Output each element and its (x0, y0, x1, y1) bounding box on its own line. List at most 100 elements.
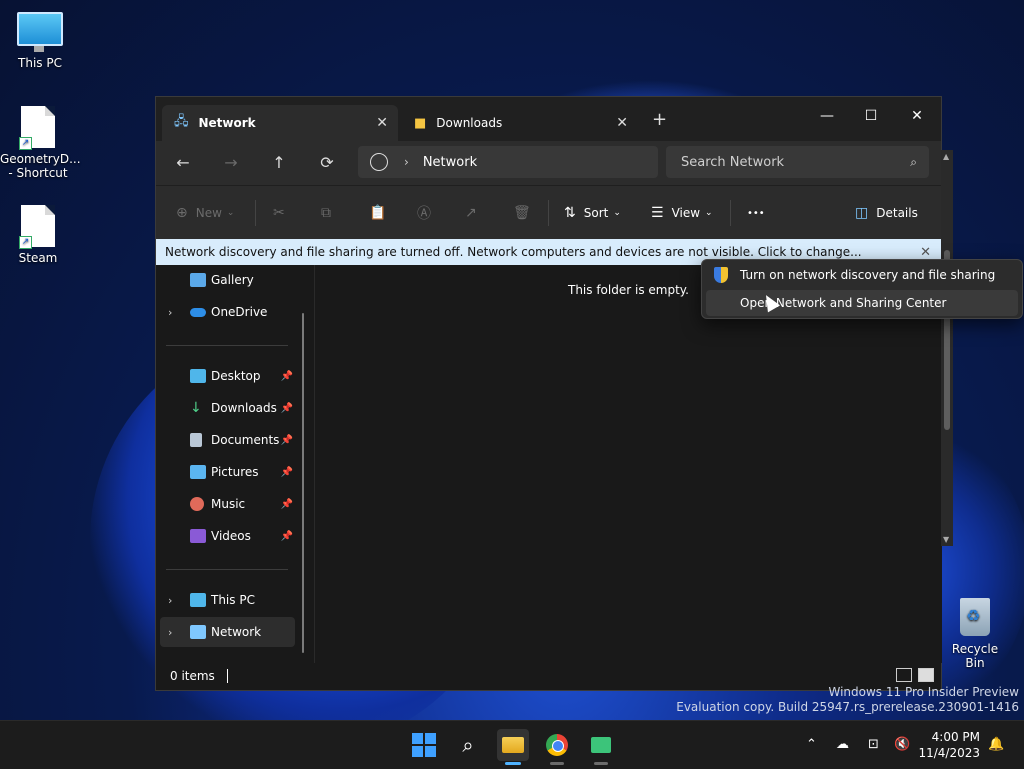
pin-icon[interactable]: 📌 (281, 435, 293, 446)
infobar-message: Network discovery and file sharing are t… (165, 245, 862, 259)
sidebar-item-label: Downloads (211, 401, 277, 415)
close-tab-icon[interactable]: ✕ (376, 115, 388, 131)
breadcrumb[interactable]: Network (423, 155, 477, 170)
sidebar-item-network[interactable]: › Network (160, 617, 295, 647)
sidebar-item-desktop[interactable]: Desktop 📌 (160, 361, 295, 391)
desktop-icon-this-pc[interactable]: This PC (2, 12, 78, 70)
share-button[interactable]: ↗ (465, 200, 485, 226)
folder-icon: ■ (414, 115, 427, 131)
gallery-icon (190, 273, 206, 287)
shortcut-file-icon: ↗ (19, 205, 55, 249)
sidebar-item-documents[interactable]: Documents 📌 (160, 425, 295, 455)
pin-icon[interactable]: 📌 (281, 403, 293, 414)
item-count: 0 items (170, 669, 215, 683)
search-box[interactable]: ⌕ (666, 146, 929, 178)
view-button[interactable]: ☰ View ⌄ (651, 200, 713, 226)
sidebar-item-pictures[interactable]: Pictures 📌 (160, 457, 295, 487)
details-label: Details (876, 206, 918, 220)
paste-button[interactable]: 📋 (369, 200, 394, 226)
back-button[interactable]: ← (168, 149, 198, 177)
minimize-button[interactable]: — (804, 101, 850, 131)
desktop-icon-recycle-bin[interactable]: Recycle Bin (944, 598, 1006, 670)
scroll-down-icon[interactable]: ▼ (943, 535, 949, 544)
search-icon: ⌕ (462, 733, 474, 757)
up-button[interactable]: ↑ (264, 149, 294, 177)
tab-network[interactable]: 🖧 Network ✕ (162, 105, 398, 141)
desktop-icon (190, 369, 206, 383)
app-taskbar-button[interactable] (585, 729, 617, 765)
tab-downloads[interactable]: ■ Downloads ✕ (402, 105, 638, 141)
sidebar-item-onedrive[interactable]: › OneDrive (160, 297, 295, 327)
infobar-context-menu: Turn on network discovery and file shari… (701, 259, 1023, 319)
close-tab-icon[interactable]: ✕ (616, 115, 628, 131)
start-icon (412, 733, 436, 757)
new-tab-button[interactable]: + (652, 109, 667, 130)
copy-button[interactable]: ⧉ (321, 200, 339, 226)
chevron-right-icon[interactable]: › (168, 626, 172, 639)
chevron-right-icon[interactable]: › (404, 155, 409, 169)
desktop-icon-steam[interactable]: ↗ Steam (0, 205, 76, 265)
search-icon: ⌕ (910, 154, 917, 169)
file-list-pane[interactable]: This folder is empty. (314, 265, 942, 663)
new-label: New (195, 206, 222, 220)
sidebar-item-downloads[interactable]: ↓ Downloads 📌 (160, 393, 295, 423)
details-button[interactable]: ◫ Details (855, 200, 918, 226)
desktop-icon-geometry-shortcut[interactable]: ↗ GeometryD... - Shortcut (0, 106, 81, 180)
start-button[interactable] (408, 729, 440, 761)
running-indicator (505, 762, 521, 765)
cloud-offline-icon[interactable]: ☁ (836, 737, 849, 752)
taskbar-clock[interactable]: 4:00 PM 11/4/2023 (918, 729, 980, 761)
close-button[interactable]: ✕ (894, 101, 940, 131)
rename-button[interactable]: Ⓐ (417, 200, 439, 226)
sidebar-item-videos[interactable]: Videos 📌 (160, 521, 295, 551)
content-scrollbar[interactable]: ▲ ▼ (941, 150, 953, 546)
sidebar-item-music[interactable]: Music 📌 (160, 489, 295, 519)
pin-icon[interactable]: 📌 (281, 499, 293, 510)
shortcut-file-icon: ↗ (19, 106, 55, 150)
music-icon (190, 497, 204, 511)
maximize-button[interactable]: ☐ (848, 101, 894, 131)
view-label: View (671, 206, 701, 220)
search-input[interactable] (679, 153, 893, 171)
menu-item-turn-on-network-discovery[interactable]: Turn on network discovery and file shari… (706, 262, 1018, 288)
desktop-icon-label: GeometryD... - Shortcut (0, 152, 81, 180)
pin-icon[interactable]: 📌 (281, 467, 293, 478)
pin-icon[interactable]: 📌 (281, 371, 293, 382)
cut-button[interactable]: ✂ (273, 200, 293, 226)
sidebar-scrollbar[interactable] (302, 313, 304, 653)
more-options-button[interactable]: ••• (747, 200, 765, 226)
tiles-view-icon[interactable] (918, 668, 934, 682)
new-button[interactable]: ⊕ New ⌄ (176, 200, 234, 226)
chrome-taskbar-button[interactable] (541, 729, 573, 765)
search-taskbar-button[interactable]: ⌕ (452, 729, 484, 761)
scroll-up-icon[interactable]: ▲ (943, 152, 949, 161)
chevron-right-icon[interactable]: › (168, 594, 172, 607)
sort-button[interactable]: ⇅ Sort ⌄ (564, 200, 621, 226)
forward-button[interactable]: → (216, 149, 246, 177)
file-explorer-taskbar-button[interactable] (497, 729, 529, 765)
pin-icon[interactable]: 📌 (281, 531, 293, 542)
notification-bell-icon[interactable]: 🔔 (988, 737, 1004, 752)
globe-icon (370, 153, 388, 171)
menu-item-open-network-sharing-center[interactable]: Open Network and Sharing Center (706, 290, 1018, 316)
chrome-icon (546, 734, 568, 756)
refresh-button[interactable]: ⟳ (312, 149, 342, 177)
chevron-up-icon[interactable]: ⌃ (806, 737, 817, 752)
delete-button[interactable]: 🗑 (513, 200, 539, 226)
sidebar-item-label: Desktop (211, 369, 261, 383)
sidebar-item-this-pc[interactable]: › This PC (160, 585, 295, 615)
navigation-bar: ← → ↑ ⟳ › Network ⌕ (156, 141, 941, 185)
close-icon[interactable]: ✕ (920, 245, 931, 260)
sidebar-item-gallery[interactable]: Gallery (160, 265, 295, 295)
chevron-right-icon[interactable]: › (168, 306, 172, 319)
address-bar[interactable]: › Network (358, 146, 658, 178)
network-icon: 🖧 (174, 114, 189, 129)
taskbar: ⌕ ⌃ ☁ ⊡ 🔇 4:00 PM 11/4/2023 🔔 (0, 720, 1024, 769)
details-pane-icon: ◫ (855, 205, 869, 221)
sort-label: Sort (583, 206, 609, 220)
details-view-icon[interactable] (896, 668, 912, 682)
volume-muted-icon[interactable]: 🔇 (894, 737, 910, 752)
network-status-icon[interactable]: ⊡ (868, 737, 879, 752)
recycle-bin-icon (960, 598, 990, 636)
documents-icon (190, 433, 202, 447)
